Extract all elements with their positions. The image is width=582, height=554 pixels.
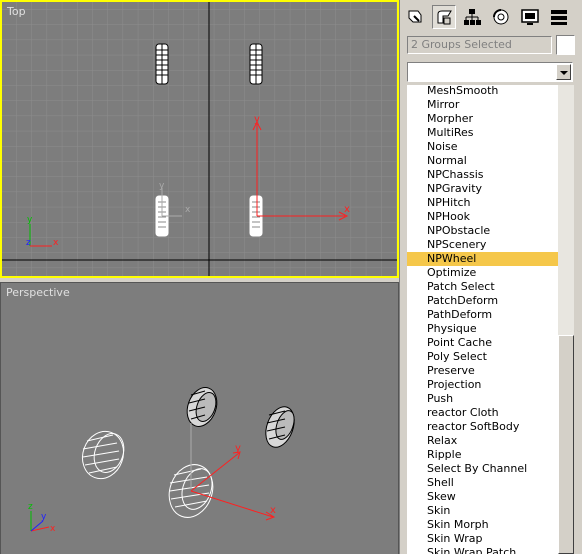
svg-text:z: z [28, 502, 33, 512]
command-panel: 2 Groups Selected MeshSmooth Mirror Morphe… [400, 0, 582, 554]
svg-text:y: y [159, 181, 165, 191]
modifier-list-scrollbar[interactable] [558, 85, 574, 554]
selection-name-field[interactable]: 2 Groups Selected [407, 36, 552, 54]
modifier-list-item[interactable]: Relax [407, 434, 558, 448]
modify-icon [437, 10, 452, 25]
create-icon [408, 10, 422, 23]
display-tab[interactable] [518, 5, 542, 29]
svg-text:x: x [50, 524, 56, 534]
modifier-list-item[interactable]: NPScenery [407, 238, 558, 252]
hierarchy-tab[interactable] [460, 5, 484, 29]
wheel-top-right [249, 43, 263, 85]
modifier-list-item[interactable]: Morpher [407, 112, 558, 126]
modifier-list-item[interactable]: Mirror [407, 98, 558, 112]
modifier-list-dropdown[interactable] [407, 62, 573, 82]
modifier-list-item[interactable]: MultiRes [407, 126, 558, 140]
object-color-swatch[interactable] [556, 35, 575, 55]
svg-text:x: x [53, 238, 59, 248]
modifier-list-item[interactable]: Point Cache [407, 336, 558, 350]
command-panel-tabs [400, 0, 582, 34]
create-tab[interactable] [403, 5, 427, 29]
modifier-list-item[interactable]: Push [407, 392, 558, 406]
modifier-list-item[interactable]: Patch Select [407, 280, 558, 294]
wheel-persp-back-right [265, 406, 295, 448]
modifier-list-item[interactable]: Select By Channel [407, 462, 558, 476]
motion-icon [493, 9, 509, 25]
modifier-list-item[interactable]: NPObstacle [407, 224, 558, 238]
svg-text:z: z [26, 238, 31, 248]
perspective-viewport-canvas[interactable]: y x z x y [1, 283, 399, 554]
modifier-list-item[interactable]: reactor Cloth [407, 406, 558, 420]
modifier-list-item[interactable]: Shell [407, 476, 558, 490]
modifier-list-item[interactable]: NPHitch [407, 196, 558, 210]
svg-text:y: y [27, 215, 33, 225]
modifier-list-item[interactable]: PatchDeform [407, 294, 558, 308]
modifier-list-item[interactable]: Preserve [407, 364, 558, 378]
modifier-list-item[interactable]: NPGravity [407, 182, 558, 196]
motion-tab[interactable] [489, 5, 513, 29]
perspective-viewport-label[interactable]: Perspective [6, 286, 70, 299]
modifier-list-item[interactable]: Normal [407, 154, 558, 168]
svg-text:y: y [254, 114, 260, 125]
modifier-list-item[interactable]: Optimize [407, 266, 558, 280]
modifier-list-item[interactable]: Poly Select [407, 350, 558, 364]
svg-text:x: x [270, 505, 276, 516]
svg-text:y: y [41, 512, 47, 522]
modifier-list-item[interactable]: NPWheel [407, 252, 558, 266]
perspective-viewport[interactable]: Perspective y x z x y [0, 282, 399, 554]
modifier-list-item[interactable]: Physique [407, 322, 558, 336]
top-viewport-canvas[interactable]: y x y x y x z [2, 2, 397, 276]
utilities-icon [551, 10, 567, 25]
top-viewport[interactable]: Top y x y x y x z [0, 0, 399, 278]
scrollbar-thumb[interactable] [558, 335, 574, 554]
modifier-list-item[interactable]: MeshSmooth [407, 85, 558, 98]
wheel-persp-front-left [81, 430, 125, 480]
wheel-top-left [155, 43, 169, 85]
modifier-list-item[interactable]: reactor SoftBody [407, 420, 558, 434]
modifier-list-item[interactable]: NPChassis [407, 168, 558, 182]
world-axis-tripod-persp: z x y [28, 502, 56, 534]
hierarchy-icon [464, 9, 481, 25]
top-viewport-label[interactable]: Top [7, 5, 26, 18]
modifier-list-item[interactable]: Ripple [407, 448, 558, 462]
svg-text:x: x [185, 205, 191, 215]
svg-text:y: y [235, 443, 241, 454]
modifier-list-item[interactable]: Skin Wrap Patch [407, 546, 558, 554]
wheel-persp-back-left [186, 387, 218, 427]
modifier-list-item[interactable]: Projection [407, 378, 558, 392]
modifier-list-item[interactable]: Skin [407, 504, 558, 518]
modifier-list-item[interactable]: PathDeform [407, 308, 558, 322]
svg-text:x: x [344, 204, 350, 215]
utilities-tab[interactable] [547, 5, 571, 29]
modifier-list[interactable]: MeshSmooth Mirror Morpher MultiRes Noise Norm… [407, 85, 558, 554]
modifier-list-item[interactable]: NPHook [407, 210, 558, 224]
modifier-list-item[interactable]: Noise [407, 140, 558, 154]
display-icon [521, 9, 539, 25]
modifier-list-item[interactable]: Skin Morph [407, 518, 558, 532]
modify-tab[interactable] [432, 5, 456, 29]
transform-gizmo-persp: y x [190, 443, 276, 521]
modifier-list-item[interactable]: Skew [407, 490, 558, 504]
modifier-list-item[interactable]: Skin Wrap [407, 532, 558, 546]
chevron-down-icon[interactable] [556, 64, 571, 80]
